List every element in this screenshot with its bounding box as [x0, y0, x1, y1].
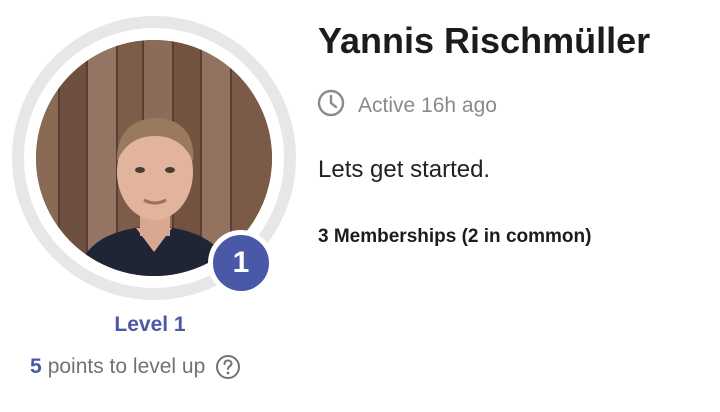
avatar[interactable]: 1 [12, 16, 296, 300]
user-bio: Lets get started. [318, 156, 491, 183]
question-circle-icon[interactable] [215, 354, 241, 380]
profile-card: 1 Level 1 5 points to level up Yannis Ri… [0, 0, 720, 412]
user-name: Yannis Rischmüller [318, 20, 651, 61]
level-badge: 1 [208, 230, 274, 296]
points-value: 5 [30, 355, 42, 378]
status-text: Active 16h ago [358, 93, 497, 117]
memberships-link[interactable]: 3 Memberships (2 in common) [318, 226, 591, 248]
points-to-level-up: 5 points to level up [30, 352, 241, 382]
level-label: Level 1 [114, 313, 186, 336]
activity-status: Active 16h ago [316, 88, 497, 123]
points-text: points to level up [47, 355, 206, 378]
clock-icon [316, 88, 346, 123]
